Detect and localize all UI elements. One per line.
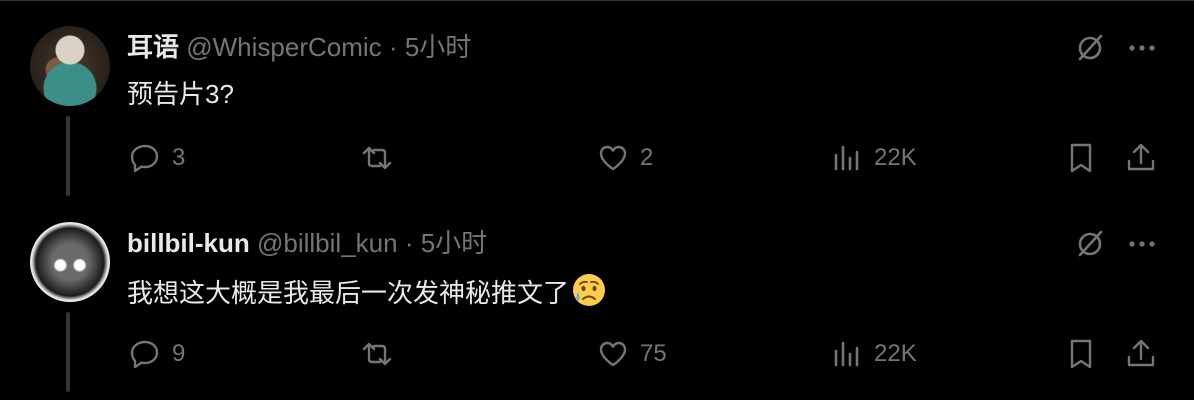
bookmark-icon	[1070, 339, 1092, 369]
share-icon	[1127, 143, 1155, 171]
handle[interactable]: @WhisperComic	[186, 32, 381, 62]
heart-icon	[599, 341, 627, 367]
grok-icon[interactable]	[1072, 226, 1108, 262]
retweet-button[interactable]	[360, 334, 404, 374]
separator-dot: ·	[404, 228, 414, 258]
retweet-icon	[362, 146, 392, 170]
timestamp[interactable]: 5小时	[421, 228, 487, 258]
bookmark-button[interactable]	[1064, 138, 1098, 178]
bookmark-button[interactable]	[1064, 334, 1098, 374]
views-button[interactable]: 22K	[830, 138, 917, 178]
action-bar: 3 2 22K	[0, 138, 1194, 178]
sad-but-relieved-face-emoji	[573, 274, 606, 306]
separator-dot: ·	[388, 32, 398, 62]
like-count: 75	[640, 340, 667, 367]
display-name[interactable]: 耳语	[127, 32, 179, 62]
share-icon	[1127, 339, 1155, 367]
views-count: 22K	[874, 144, 917, 171]
tweet-text: 我想这大概是我最后一次发神秘推文了	[127, 278, 570, 308]
views-icon	[834, 145, 859, 171]
retweet-icon	[362, 342, 392, 366]
tweet-header: 耳语 @WhisperComic · 5小时	[127, 30, 471, 64]
reply-icon	[130, 144, 159, 173]
tweet-header: billbil-kun @billbil_kun · 5小时	[127, 226, 487, 260]
reply-count: 9	[172, 340, 186, 367]
like-button[interactable]: 75	[596, 334, 667, 374]
views-count: 22K	[874, 340, 917, 367]
like-count: 2	[640, 144, 654, 171]
share-button[interactable]	[1124, 334, 1158, 374]
like-button[interactable]: 2	[596, 138, 653, 178]
reply-icon	[130, 340, 159, 369]
reply-button[interactable]: 3	[128, 138, 185, 178]
reply-button[interactable]: 9	[128, 334, 185, 374]
tweet[interactable]: billbil-kun @billbil_kun · 5小时 我想这大概是我最后…	[0, 196, 1194, 392]
share-button[interactable]	[1124, 138, 1158, 178]
more-icon[interactable]	[1124, 226, 1160, 262]
action-bar: 9 75 22K	[0, 334, 1194, 374]
grok-icon[interactable]	[1072, 30, 1108, 66]
reply-count: 3	[172, 144, 186, 171]
bookmark-icon	[1070, 143, 1092, 173]
timestamp[interactable]: 5小时	[405, 32, 471, 62]
more-icon[interactable]	[1124, 30, 1160, 66]
display-name[interactable]: billbil-kun	[127, 228, 250, 258]
retweet-button[interactable]	[360, 138, 404, 178]
tweet-text: 预告片3?	[127, 79, 234, 109]
avatar[interactable]	[30, 222, 110, 302]
views-icon	[834, 341, 859, 367]
avatar[interactable]	[30, 26, 110, 106]
tweet[interactable]: 耳语 @WhisperComic · 5小时 预告片3? 3 2 22K	[0, 0, 1194, 196]
handle[interactable]: @billbil_kun	[257, 228, 398, 258]
tweet-text-container: 我想这大概是我最后一次发神秘推文了	[127, 272, 607, 311]
heart-icon	[599, 145, 627, 171]
views-button[interactable]: 22K	[830, 334, 917, 374]
